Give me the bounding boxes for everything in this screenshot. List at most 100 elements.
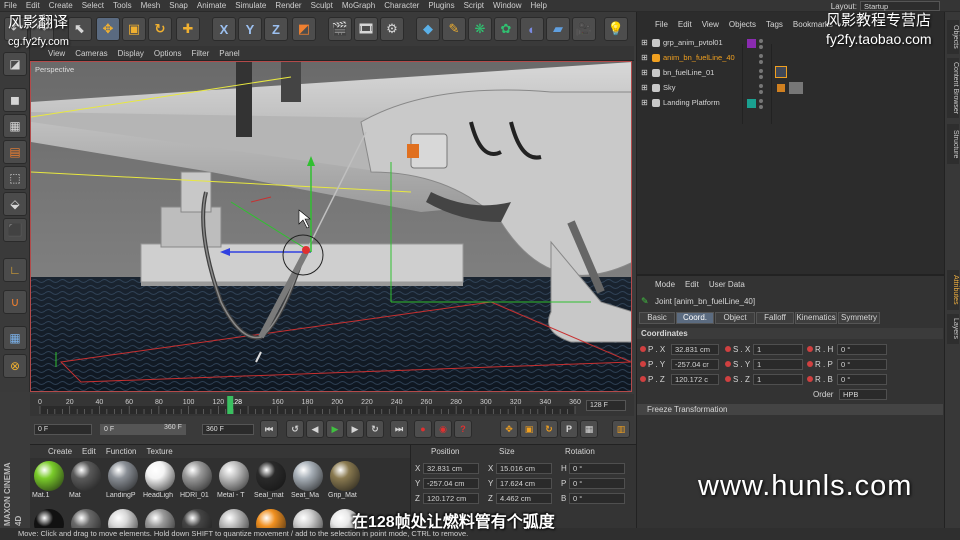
axis-z-button[interactable]: Z — [264, 17, 288, 41]
preview-range-max[interactable]: 360 F — [164, 424, 182, 431]
menu-window[interactable]: Window — [493, 1, 521, 10]
rot-param-field[interactable]: 0 ° — [837, 344, 887, 355]
tab-coord[interactable]: Coord. — [676, 312, 714, 324]
render-visibility-dot[interactable] — [759, 60, 763, 64]
move-tool-icon[interactable]: ✥ — [96, 17, 120, 41]
menu-tools[interactable]: Tools — [113, 1, 132, 10]
material-menu-texture[interactable]: Texture — [147, 447, 173, 456]
coord-rotation-field[interactable]: 0 ° — [569, 493, 625, 504]
render-picture-icon[interactable]: 🎞 — [354, 17, 378, 41]
object-row[interactable]: ⊞ bn_fuelLine_01 — [637, 66, 945, 81]
animate-param-icon[interactable] — [807, 346, 813, 352]
material-swatch[interactable] — [180, 509, 214, 529]
side-tab-content-browser[interactable]: Content Browser — [947, 58, 959, 118]
animate-param-icon[interactable] — [725, 361, 731, 367]
expand-icon[interactable]: ⊞ — [641, 38, 648, 47]
expand-icon[interactable]: ⊞ — [641, 68, 648, 77]
go-to-end-icon[interactable]: ⏭ — [390, 420, 408, 438]
keyframe-selection-icon[interactable]: ? — [454, 420, 472, 438]
attribute-menu-edit[interactable]: Edit — [685, 280, 699, 289]
menu-mograph[interactable]: MoGraph — [342, 1, 375, 10]
viewport-menu-panel[interactable]: Panel — [219, 49, 239, 58]
material-menu-create[interactable]: Create — [48, 447, 72, 456]
light-icon[interactable]: 💡 — [604, 17, 628, 41]
start-frame-field[interactable]: 0 F — [34, 424, 92, 435]
rot-param-field[interactable]: 0 ° — [837, 359, 887, 370]
key-pla-icon[interactable]: ▦ — [580, 420, 598, 438]
object-row[interactable]: ⊞ Landing Platform — [637, 96, 945, 111]
record-icon[interactable]: ● — [414, 420, 432, 438]
expand-icon[interactable]: ⊞ — [641, 83, 648, 92]
expand-icon[interactable]: ⊞ — [641, 53, 648, 62]
snap-icon[interactable]: ⊗ — [3, 354, 27, 378]
material-swatch[interactable] — [254, 509, 288, 529]
menu-animate[interactable]: Animate — [197, 1, 226, 10]
key-scale-icon[interactable]: ▣ — [520, 420, 538, 438]
texture-tag-icon[interactable] — [777, 84, 785, 92]
tab-object[interactable]: Object — [715, 312, 755, 324]
next-key-icon[interactable]: ↻ — [366, 420, 384, 438]
menu-render[interactable]: Render — [275, 1, 301, 10]
coord-position-field[interactable]: -257.04 cm — [423, 478, 479, 489]
workplane-icon[interactable]: ▤ — [3, 140, 27, 164]
viewport-perspective[interactable]: Perspective — [30, 61, 632, 392]
points-mode-icon[interactable]: ⬚ — [3, 166, 27, 190]
material-swatch[interactable] — [291, 509, 325, 529]
viewport-menu-display[interactable]: Display — [118, 49, 144, 58]
move-alt-icon[interactable]: ✚ — [176, 17, 200, 41]
playhead[interactable] — [227, 396, 234, 414]
tab-basic[interactable]: Basic — [639, 312, 675, 324]
floor-icon[interactable]: ▰ — [546, 17, 570, 41]
render-view-icon[interactable]: 🎬 — [328, 17, 352, 41]
object-menu-objects[interactable]: Objects — [729, 20, 756, 29]
pos-param-field[interactable]: 120.172 c — [671, 374, 719, 385]
menu-create[interactable]: Create — [49, 1, 73, 10]
attribute-menu-user-data[interactable]: User Data — [709, 280, 745, 289]
side-tab-objects[interactable]: Objects — [947, 20, 959, 54]
editor-visibility-dot[interactable] — [759, 39, 763, 43]
material-swatch[interactable]: Seat_Ma — [291, 461, 325, 505]
material-swatch[interactable]: LandingP — [106, 461, 140, 505]
material-swatch[interactable] — [69, 509, 103, 529]
axis-x-button[interactable]: X — [212, 17, 236, 41]
key-position-icon[interactable]: ✥ — [500, 420, 518, 438]
coord-position-field[interactable]: 32.831 cm — [423, 463, 479, 474]
tab-kinematics[interactable]: Kinematics — [795, 312, 837, 324]
scale-param-field[interactable]: 1 — [753, 344, 803, 355]
freeze-transformation-section[interactable]: Freeze Transformation — [637, 404, 943, 415]
coord-position-field[interactable]: 120.172 cm — [423, 493, 479, 504]
editor-visibility-dot[interactable] — [759, 99, 763, 103]
sky-tag-icon[interactable] — [789, 82, 803, 94]
side-tab-structure[interactable]: Structure — [947, 124, 959, 164]
magnet-icon[interactable]: ∪ — [3, 290, 27, 314]
coord-size-field[interactable]: 15.016 cm — [496, 463, 552, 474]
live-select-icon[interactable]: ⬉ — [68, 17, 92, 41]
joint-tag-icon[interactable] — [775, 66, 787, 78]
scale-tool-icon[interactable]: ▣ — [122, 17, 146, 41]
material-swatch[interactable] — [217, 509, 251, 529]
menu-simulate[interactable]: Simulate — [235, 1, 266, 10]
coord-rotation-field[interactable]: 0 ° — [569, 478, 625, 489]
rotate-tool-icon[interactable]: ↻ — [148, 17, 172, 41]
timeline-ruler[interactable]: 0 20 40 60 80 100 120 128 160 180 200 220 240 260 280 3… — [30, 394, 634, 416]
menu-mesh[interactable]: Mesh — [141, 1, 161, 10]
coord-size-field[interactable]: 4.462 cm — [496, 493, 552, 504]
material-swatch[interactable] — [106, 509, 140, 529]
material-swatch[interactable] — [143, 509, 177, 529]
menu-help[interactable]: Help — [530, 1, 546, 10]
side-tab-layers[interactable]: Layers — [947, 314, 959, 344]
timeline-window-icon[interactable]: ▥ — [612, 420, 630, 438]
key-rotation-icon[interactable]: ↻ — [540, 420, 558, 438]
render-visibility-dot[interactable] — [759, 105, 763, 109]
menu-plugins[interactable]: Plugins — [428, 1, 454, 10]
make-editable-icon[interactable]: ◪ — [3, 52, 27, 76]
viewport-menu-cameras[interactable]: Cameras — [75, 49, 107, 58]
spline-pen-icon[interactable]: ✎ — [442, 17, 466, 41]
attribute-menu-mode[interactable]: Mode — [655, 280, 675, 289]
texture-mode-icon[interactable]: ▦ — [3, 114, 27, 138]
rot-param-field[interactable]: 0 ° — [837, 374, 887, 385]
pos-param-field[interactable]: -257.04 cr — [671, 359, 719, 370]
material-swatch[interactable] — [32, 509, 66, 529]
material-swatch[interactable]: Seal_mat — [254, 461, 288, 505]
autokey-icon[interactable]: ◉ — [434, 420, 452, 438]
